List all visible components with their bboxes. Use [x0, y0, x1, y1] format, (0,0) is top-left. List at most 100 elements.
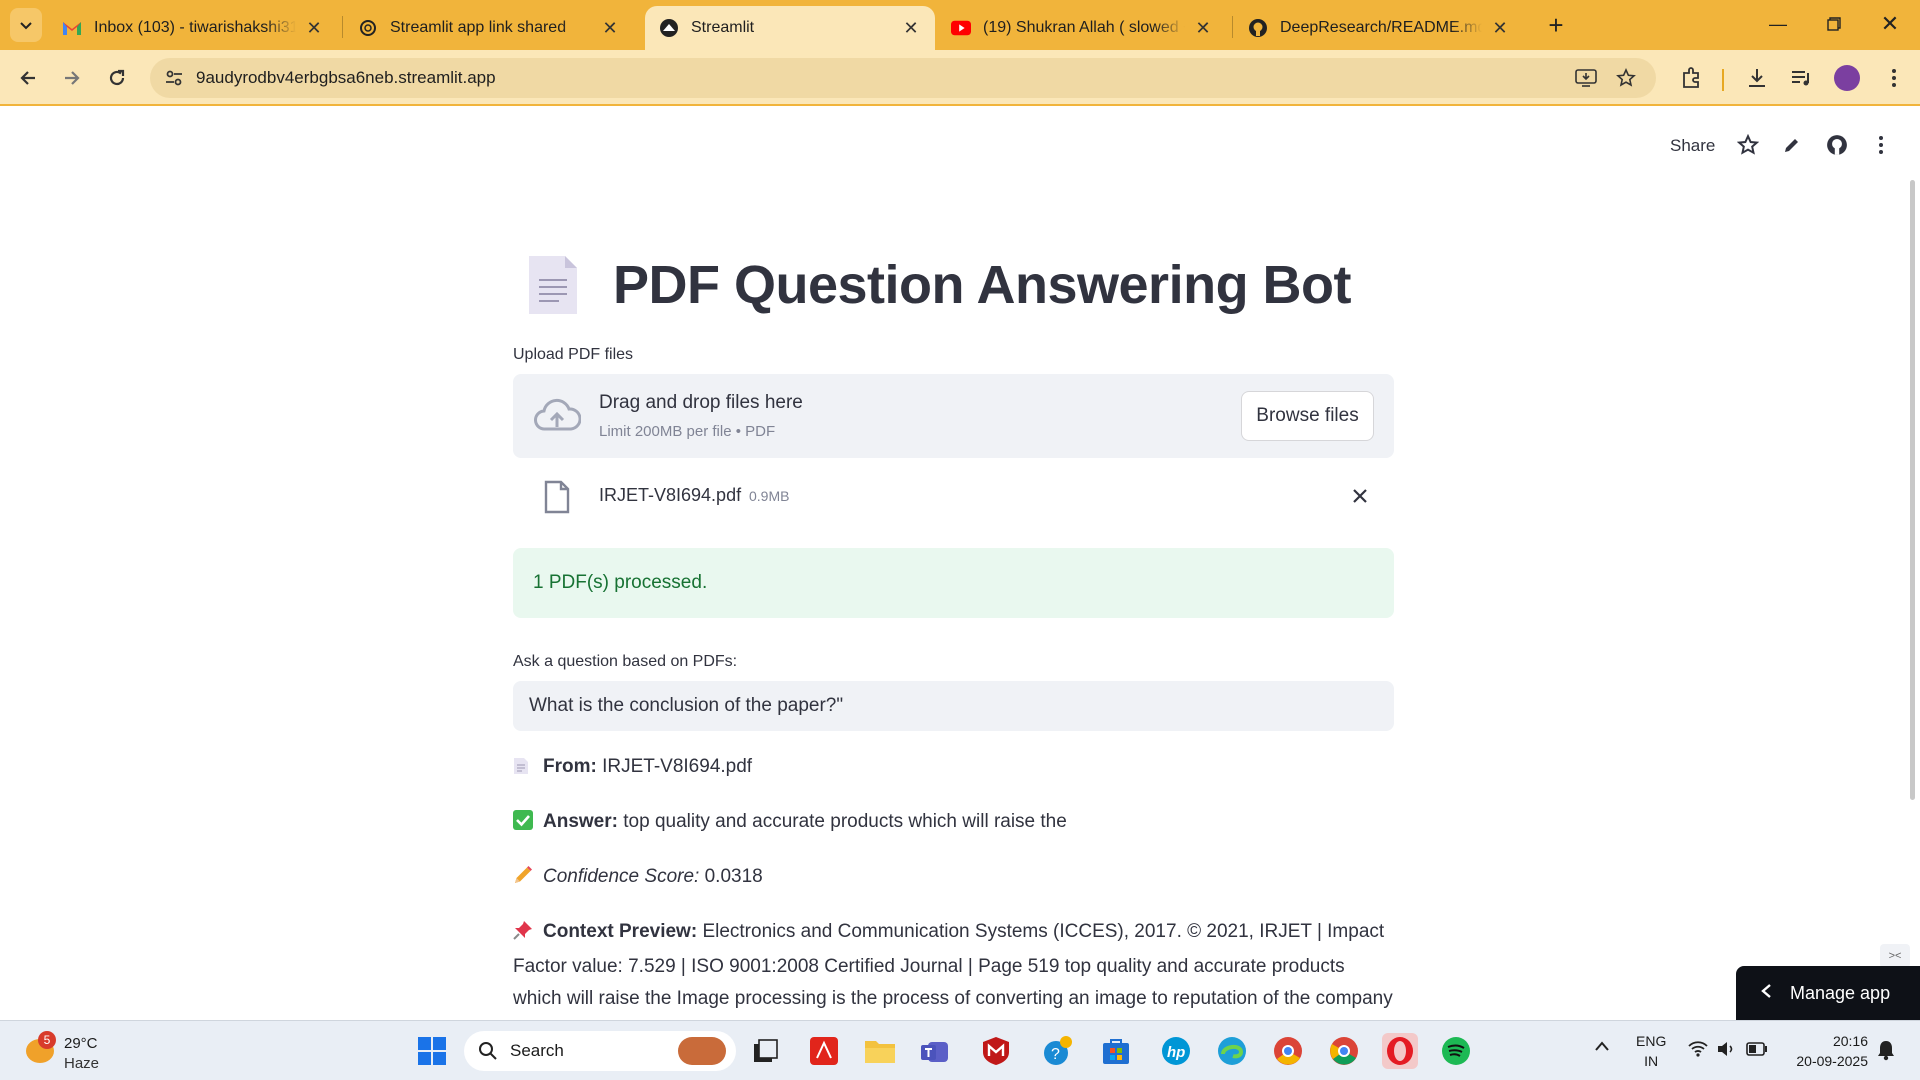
profile-avatar[interactable] [1834, 65, 1860, 91]
task-view-icon[interactable] [748, 1033, 784, 1069]
main-menu-icon[interactable] [1868, 132, 1894, 158]
site-info-icon[interactable] [162, 66, 186, 90]
dropzone-instructions: Drag and drop files here [599, 392, 803, 413]
weather-badge: 5 [38, 1031, 56, 1049]
battery-icon[interactable] [1746, 1042, 1768, 1059]
restore-icon[interactable] [1806, 0, 1862, 48]
remove-file-close-icon[interactable] [1348, 484, 1372, 508]
file-explorer-icon[interactable] [862, 1033, 898, 1069]
tab-chatgpt[interactable]: Streamlit app link shared ✕ [344, 6, 634, 50]
wifi-icon[interactable] [1688, 1041, 1708, 1060]
notifications-bell-icon[interactable] [1876, 1039, 1896, 1064]
back-button[interactable] [10, 60, 46, 96]
search-highlight-icon [678, 1037, 726, 1065]
browse-files-button[interactable]: Browse files [1241, 391, 1374, 441]
tab-title: Streamlit app link shared [390, 19, 567, 36]
tab-gmail[interactable]: Inbox (103) - tiwarishakshi318@ ✕ [48, 6, 338, 50]
github-icon [1248, 18, 1268, 38]
question-label: Ask a question based on PDFs: [513, 653, 738, 670]
close-icon[interactable]: ✕ [1490, 18, 1510, 38]
page-title: PDF Question Answering Bot [613, 255, 1352, 315]
answer-value: top quality and accurate products which … [623, 811, 1067, 832]
streamlit-header: Share [0, 108, 1920, 168]
page-scrollbar[interactable] [1910, 180, 1915, 800]
help-icon[interactable]: ? [1040, 1033, 1076, 1069]
url-text: 9audyrodbv4erbgbsa6neb.streamlit.app [196, 68, 496, 87]
toolbar-divider [1722, 69, 1724, 91]
tab-title: Streamlit [691, 19, 755, 36]
opera-icon[interactable] [1382, 1033, 1418, 1069]
search-label: Search [510, 1041, 564, 1060]
streamlit-icon [659, 18, 679, 38]
volume-icon[interactable] [1716, 1041, 1736, 1060]
close-icon[interactable]: ✕ [600, 18, 620, 38]
cloud-upload-icon [534, 398, 581, 431]
expand-arrows-icon[interactable]: >< [1880, 944, 1910, 968]
chrome-profile-icon[interactable] [1270, 1033, 1306, 1069]
confidence-value: 0.0318 [704, 866, 763, 887]
edge-icon[interactable] [1214, 1033, 1250, 1069]
windows-taskbar: 5 29°C Haze Search ? hp ENG IN 20:16 20-… [0, 1020, 1920, 1080]
tab-search-button[interactable] [10, 8, 42, 42]
address-bar[interactable]: 9audyrodbv4erbgbsa6neb.streamlit.app [150, 58, 1656, 98]
edit-pencil-icon[interactable] [1779, 132, 1805, 158]
microsoft-store-icon[interactable] [1098, 1033, 1134, 1069]
reload-button[interactable] [99, 60, 135, 96]
downloads-icon[interactable] [1743, 64, 1771, 92]
file-size: 0.9MB [749, 488, 790, 504]
show-hidden-icons-chevron-icon[interactable] [1594, 1039, 1610, 1055]
manage-app-button[interactable]: Manage app [1736, 966, 1920, 1020]
tab-title: DeepResearch/README.md at [1280, 19, 1482, 36]
close-icon[interactable]: ✕ [304, 18, 324, 38]
adobe-acrobat-icon[interactable] [806, 1033, 842, 1069]
upload-label: Upload PDF files [513, 346, 634, 363]
pencil-icon [513, 864, 535, 896]
clock[interactable]: 20:16 20-09-2025 [1788, 1031, 1868, 1071]
windows-start-icon[interactable] [414, 1033, 450, 1069]
language-line2: IN [1644, 1053, 1659, 1069]
hp-icon[interactable]: hp [1158, 1033, 1194, 1069]
temperature: 29°C [64, 1035, 98, 1052]
share-button[interactable]: Share [1670, 136, 1715, 156]
mcafee-icon[interactable] [978, 1033, 1014, 1069]
browser-menu-icon[interactable] [1880, 64, 1908, 92]
media-controls-icon[interactable] [1787, 64, 1815, 92]
uploaded-file-row: IRJET-V8I694.pdf 0.9MB [513, 458, 1394, 538]
from-label: From: [543, 756, 597, 777]
file-name: IRJET-V8I694.pdf [599, 485, 742, 505]
dropzone-limit: Limit 200MB per file • PDF [599, 423, 776, 440]
spotify-icon[interactable] [1438, 1033, 1474, 1069]
tab-divider [1232, 16, 1233, 38]
manage-app-label: Manage app [1790, 982, 1891, 1003]
new-tab-plus-icon[interactable]: + [1541, 10, 1571, 40]
extensions-icon[interactable] [1677, 64, 1705, 92]
tab-streamlit[interactable]: Streamlit ✕ [645, 6, 935, 50]
page-facing-up-icon [529, 256, 577, 314]
favorite-star-icon[interactable] [1735, 132, 1761, 158]
tab-youtube[interactable]: (19) Shukran Allah ( slowed + re ✕ [937, 6, 1227, 50]
minimize-icon[interactable]: — [1750, 0, 1806, 48]
forward-button[interactable] [54, 60, 90, 96]
close-icon[interactable]: ✕ [1193, 18, 1213, 38]
github-icon[interactable] [1824, 132, 1850, 158]
page-facing-up-icon [513, 754, 535, 786]
context-label: Context Preview: [543, 921, 698, 942]
taskbar-search[interactable]: Search [464, 1031, 736, 1071]
chrome-icon[interactable] [1326, 1033, 1362, 1069]
file-dropzone[interactable]: Drag and drop files here Limit 200MB per… [513, 374, 1394, 458]
weather-widget[interactable]: 5 29°C Haze [22, 1031, 142, 1075]
window-close-icon[interactable]: ✕ [1862, 0, 1918, 48]
reload-icon [109, 69, 125, 86]
result-confidence: Confidence Score: 0.0318 [513, 861, 1394, 896]
answer-label: Answer: [543, 811, 618, 832]
teams-icon[interactable] [918, 1033, 954, 1069]
tab-github[interactable]: DeepResearch/README.md at ✕ [1234, 6, 1524, 50]
from-value: IRJET-V8I694.pdf [602, 756, 753, 777]
chevron-down-icon [20, 22, 32, 30]
install-app-icon[interactable] [1574, 66, 1598, 90]
clock-time: 20:16 [1832, 1033, 1868, 1049]
bookmark-star-icon[interactable] [1614, 66, 1638, 90]
language-indicator[interactable]: ENG IN [1636, 1031, 1666, 1071]
close-icon[interactable]: ✕ [901, 18, 921, 38]
question-input[interactable] [513, 681, 1394, 731]
